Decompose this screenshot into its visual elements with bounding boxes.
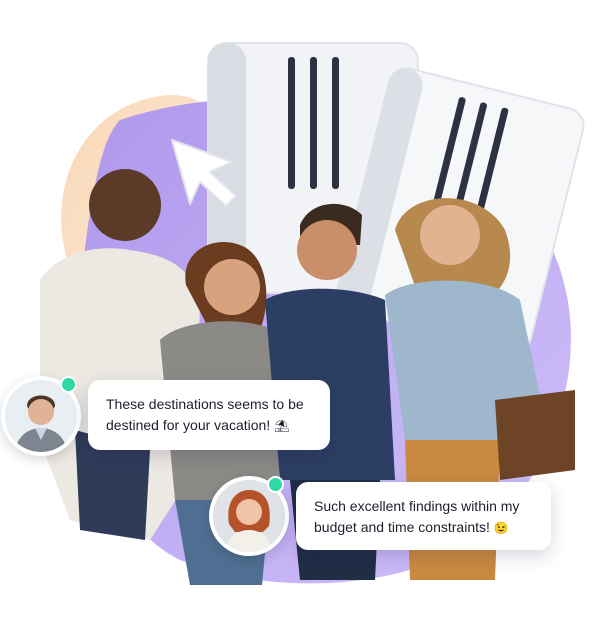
online-status-icon xyxy=(60,376,77,393)
winking-face-icon: 😉 xyxy=(493,521,509,535)
online-status-icon xyxy=(267,476,284,493)
chat-message-2: Such excellent findings within my budget… xyxy=(314,498,520,535)
chat-bubble-1: These destinations seems to be destined … xyxy=(88,380,330,450)
hero-illustration: These destinations seems to be destined … xyxy=(0,0,592,618)
beach-umbrella-icon: ⛱ xyxy=(274,419,290,433)
chat-bubble-2: Such excellent findings within my budget… xyxy=(296,482,551,550)
